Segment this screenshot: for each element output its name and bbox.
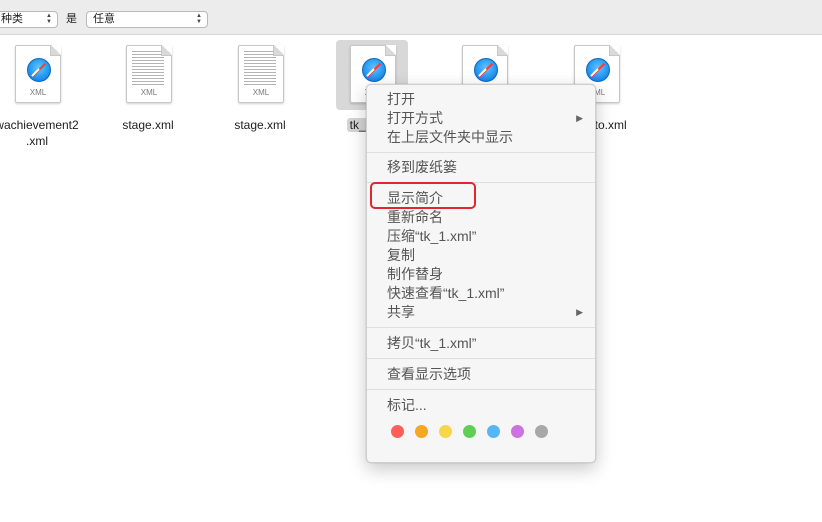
context-menu: 打开 打开方式 ▶ 在上层文件夹中显示 移到废纸篓 显示简介 重新命名 压缩“t… (366, 84, 596, 463)
safari-compass-icon (362, 58, 386, 82)
tag-color-dot[interactable] (439, 425, 452, 438)
menu-separator (367, 327, 595, 328)
search-criteria-bar: 种类 ▲ ▼ 是 任意 ▲ ▼ (0, 0, 822, 35)
text-lines-icon (132, 51, 164, 85)
tag-color-dot[interactable] (511, 425, 524, 438)
popup-stepper-icon: ▲ ▼ (196, 13, 202, 25)
menu-item-rename[interactable]: 重新命名 (387, 208, 587, 227)
text-lines-icon (244, 51, 276, 85)
file-icon-area[interactable]: XML (112, 40, 184, 110)
tag-color-dot[interactable] (463, 425, 476, 438)
safari-compass-icon (586, 58, 610, 82)
menu-item-copy[interactable]: 拷贝“tk_1.xml” (387, 334, 587, 353)
menu-separator (367, 389, 595, 390)
menu-item-share-label: 共享 (387, 304, 415, 320)
file-name-label[interactable]: wachievement2 .xml (0, 117, 85, 149)
any-popup-value: 任意 (93, 13, 115, 25)
file-name-label[interactable]: stage.xml (100, 117, 196, 133)
menu-item-make-alias[interactable]: 制作替身 (387, 265, 587, 284)
menu-item-share[interactable]: 共享 ▶ (387, 303, 587, 322)
menu-separator (367, 358, 595, 359)
menu-item-compress[interactable]: 压缩“tk_1.xml” (387, 227, 587, 246)
menu-item-tags[interactable]: 标记... (387, 396, 587, 415)
safari-compass-icon (27, 58, 51, 82)
menu-separator (367, 152, 595, 153)
tag-color-dot[interactable] (415, 425, 428, 438)
submenu-arrow-icon: ▶ (576, 113, 583, 123)
file-name-line: wachievement2 (0, 118, 79, 132)
file-item[interactable]: XML wachievement2 .xml (0, 40, 85, 150)
file-type-tag: XML (140, 88, 158, 97)
submenu-arrow-icon: ▶ (576, 307, 583, 317)
any-popup-button[interactable]: 任意 ▲ ▼ (86, 11, 208, 28)
file-icon-area[interactable]: XML (1, 40, 73, 110)
file-name-line: stage.xml (122, 118, 174, 132)
file-name-label[interactable]: stage.xml (212, 117, 308, 133)
menu-item-move-to-trash[interactable]: 移到废纸篓 (387, 158, 587, 177)
tag-color-dot[interactable] (535, 425, 548, 438)
file-name-line: .xml (26, 134, 48, 148)
file-type-tag: XML (29, 88, 47, 97)
kind-popup-value: 种类 (1, 13, 23, 25)
file-item[interactable]: XML stage.xml (100, 40, 196, 150)
menu-item-open-with[interactable]: 打开方式 ▶ (387, 109, 587, 128)
text-xml-document-icon: XML (238, 45, 284, 103)
menu-item-open-with-label: 打开方式 (387, 110, 443, 126)
finder-window: 种类 ▲ ▼ 是 任意 ▲ ▼ XML wachievement2 .xml XML sta… (0, 0, 822, 522)
menu-item-show-view-options[interactable]: 查看显示选项 (387, 365, 587, 384)
annotation-highlight-box (370, 182, 476, 209)
menu-item-show-in-enclosing-folder[interactable]: 在上层文件夹中显示 (387, 128, 587, 147)
text-xml-document-icon: XML (126, 45, 172, 103)
is-label: 是 (66, 13, 77, 25)
menu-item-quick-look[interactable]: 快速查看“tk_1.xml” (387, 284, 587, 303)
file-type-tag: XML (252, 88, 270, 97)
kind-popup-button[interactable]: 种类 ▲ ▼ (0, 11, 58, 28)
popup-stepper-icon: ▲ ▼ (46, 13, 52, 25)
safari-xml-document-icon: XML (15, 45, 61, 103)
safari-compass-icon (474, 58, 498, 82)
file-name-line: stage.xml (234, 118, 286, 132)
file-icon-area[interactable]: XML (224, 40, 296, 110)
file-item[interactable]: XML stage.xml (212, 40, 308, 150)
menu-item-duplicate[interactable]: 复制 (387, 246, 587, 265)
menu-item-open[interactable]: 打开 (387, 90, 587, 109)
tag-color-dot[interactable] (391, 425, 404, 438)
tag-color-dot[interactable] (487, 425, 500, 438)
